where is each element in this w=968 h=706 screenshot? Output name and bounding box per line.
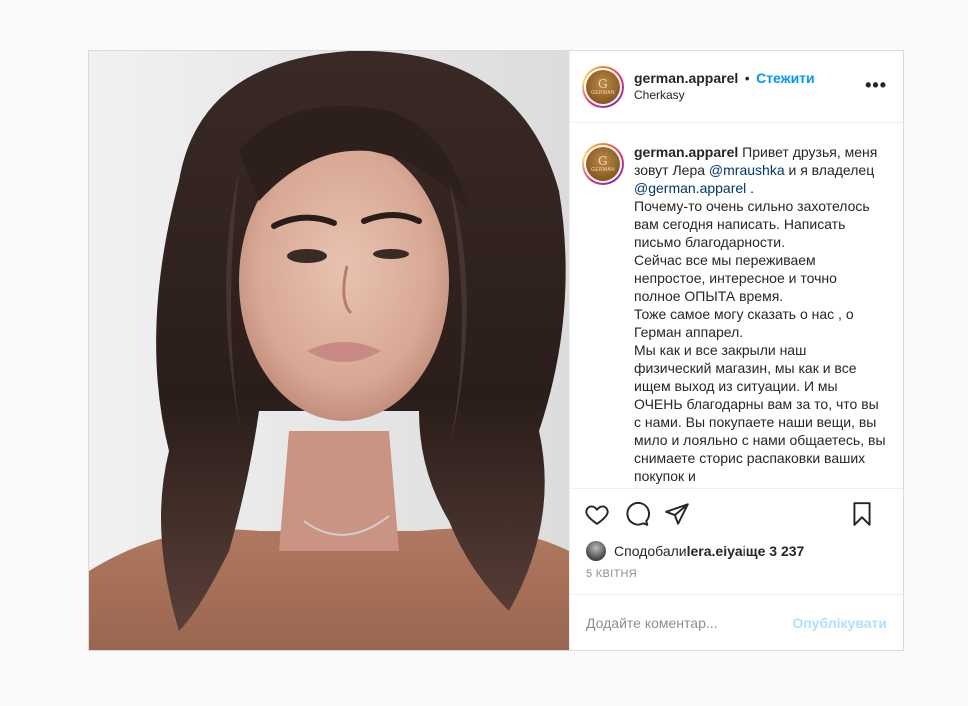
location-link[interactable]: Cherkasy [634,87,815,104]
post-date[interactable]: 5 КВІТНЯ [570,564,903,594]
likes-row: Сподобали lera.eiya і ще 3 237 [570,538,903,564]
caption-part: . [746,180,755,196]
comment-row: Опублікувати [570,594,903,650]
caption-line: Тоже самое могу сказать о нас , о Герман… [634,306,854,340]
caption-line: Почему-то очень сильно захотелось вам се… [634,198,870,250]
follow-button[interactable]: Стежити [756,70,815,86]
heart-icon[interactable] [584,501,610,527]
publish-button[interactable]: Опублікувати [792,615,887,631]
username-link[interactable]: german.apparel [634,70,738,86]
likes-count[interactable]: ще 3 237 [746,543,805,559]
comment-input[interactable] [586,614,793,631]
paper-plane-icon[interactable] [664,501,690,527]
caption-area: G GERMAN german.apparel Привет друзья, м… [570,123,903,488]
caption-line: Мы как и все закрыли наш физический мага… [634,342,886,484]
bookmark-icon[interactable] [849,501,875,527]
caption-avatar: G GERMAN [586,147,620,181]
avatar: G GERMAN [586,69,620,104]
caption-part: и я владелец [784,162,875,178]
likes-prefix: Сподобали [614,543,687,559]
liker-username[interactable]: lera.eiya [687,543,743,559]
caption-line: Сейчас все мы переживаем непростое, инте… [634,252,837,304]
instagram-post: G GERMAN german.apparel • Стежити Cherka… [88,50,904,651]
caption-story-ring[interactable]: G GERMAN [582,143,624,185]
action-bar [570,488,903,538]
brand-logo-icon: G [598,76,608,91]
post-sidebar: G GERMAN german.apparel • Стежити Cherka… [569,51,903,650]
brand-logo-icon: G [598,154,608,168]
separator-dot: • [744,69,750,86]
mention-link[interactable]: @mraushka [709,162,785,178]
caption-username[interactable]: german.apparel [634,144,738,160]
more-options-icon[interactable]: ••• [865,76,887,94]
mention-link[interactable]: @german.apparel [634,180,746,196]
comment-icon[interactable] [624,501,650,527]
story-ring[interactable]: G GERMAN [582,65,624,108]
post-header: G GERMAN german.apparel • Стежити Cherka… [570,51,903,123]
post-photo[interactable] [89,51,569,650]
liker-avatar[interactable] [586,541,606,561]
portrait-image [89,51,569,650]
caption-text: german.apparel Привет друзья, меня зовут… [634,143,887,488]
